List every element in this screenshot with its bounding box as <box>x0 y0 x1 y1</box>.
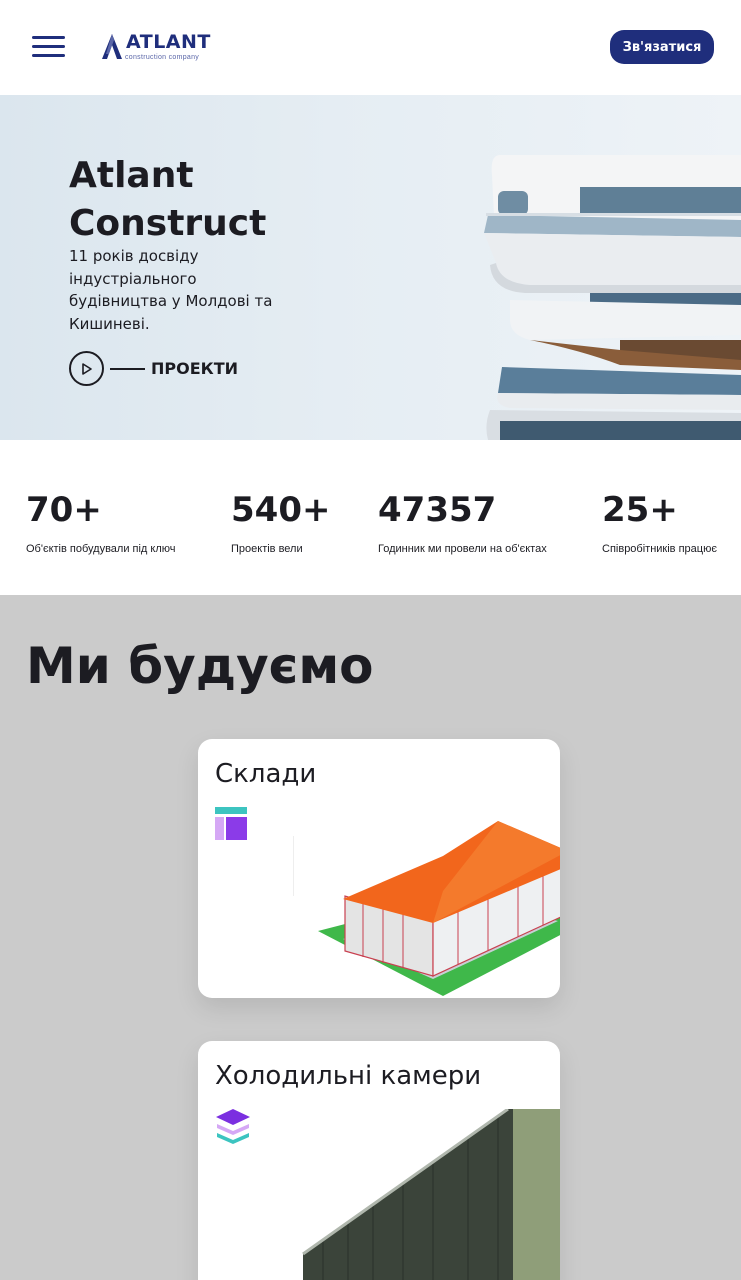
hero-section: Atlant Construct 11 років досвіду індуст… <box>0 95 741 440</box>
card-title: Склади <box>215 759 317 789</box>
building-image <box>484 155 741 440</box>
stat-label: Співробітників працює <box>602 543 717 555</box>
stat-label: Об'єктів побудували під ключ <box>26 543 176 555</box>
menu-icon[interactable] <box>32 36 65 58</box>
logo-name: ATLANT <box>126 31 211 53</box>
stat-value: 25+ <box>602 490 678 530</box>
projects-link[interactable]: ПРОЕКТИ <box>151 359 238 378</box>
hero-title: Atlant Construct <box>69 155 267 244</box>
projects-divider <box>110 368 145 370</box>
stat-value: 47357 <box>378 490 497 530</box>
stat-label: Годинник ми провели на об'єктах <box>378 543 547 555</box>
stat-item: 540+ Проектів вели <box>231 490 330 555</box>
logo-mark-icon <box>102 34 122 59</box>
stat-value: 540+ <box>231 490 331 530</box>
hero-subtitle: 11 років досвіду індустріального будівни… <box>69 247 273 333</box>
warehouse-image <box>293 821 560 996</box>
stats-section: 70+ Об'єктів побудували під ключ 540+ Пр… <box>0 440 741 595</box>
contact-button[interactable]: Зв'язатися <box>610 30 714 64</box>
stat-label: Проектів вели <box>231 543 303 555</box>
logo[interactable]: ATLANT construction company <box>100 30 220 66</box>
logo-tagline: construction company <box>125 54 200 61</box>
stat-value: 70+ <box>26 490 102 530</box>
stat-item: 70+ Об'єктів побудували під ключ <box>26 490 176 555</box>
services-title: Ми будуємо <box>26 637 374 695</box>
site-header: ATLANT construction company Зв'язатися <box>0 0 741 95</box>
cold-storage-image <box>302 1109 560 1280</box>
services-section: Ми будуємо Склади Холодильні камери <box>0 595 741 1280</box>
layout-icon <box>215 807 247 840</box>
play-icon[interactable] <box>69 351 104 386</box>
card-title: Холодильні камери <box>215 1061 482 1091</box>
stat-item: 47357 Годинник ми провели на об'єктах <box>378 490 547 555</box>
service-card-warehouses[interactable]: Склади <box>198 739 560 998</box>
layers-icon <box>216 1109 250 1144</box>
service-card-cold-storage[interactable]: Холодильні камери <box>198 1041 560 1280</box>
stat-item: 25+ Співробітників працює <box>602 490 717 555</box>
